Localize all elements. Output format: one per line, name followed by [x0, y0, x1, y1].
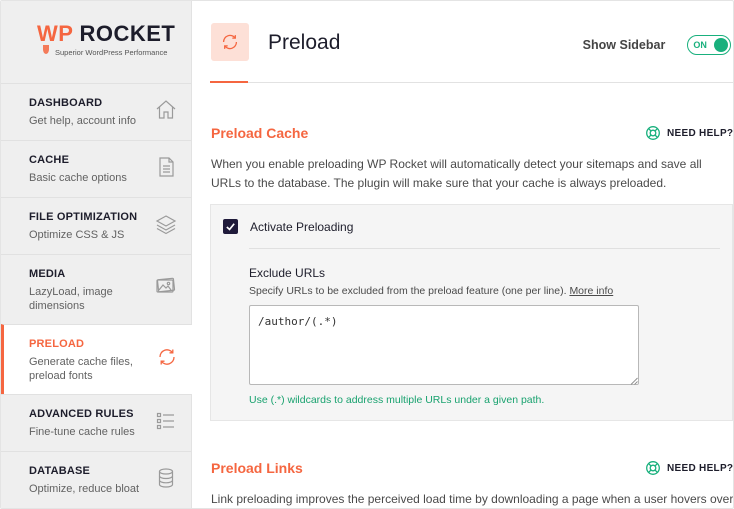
main-content: Preload Show Sidebar ON Preload Cache NE…: [192, 1, 734, 508]
sidebar-item-subtitle: Generate cache files, preload fonts: [29, 356, 133, 382]
need-help-label: NEED HELP?: [666, 462, 734, 474]
header-icon-underline: [210, 81, 248, 83]
sidebar-item-subtitle: Basic cache options: [29, 172, 127, 184]
sidebar-item-subtitle: Optimize CSS & JS: [29, 229, 125, 241]
preload-cache-section-header: Preload Cache NEED HELP?: [210, 123, 733, 145]
exclude-urls-textarea[interactable]: [249, 305, 639, 385]
wildcard-hint: Use (.*) wildcards to address multiple U…: [249, 394, 545, 406]
logo-wp: WP: [37, 21, 74, 46]
sidebar-item-preload[interactable]: PRELOAD Generate cache files, preload fo…: [1, 324, 192, 394]
checkbox-label: Activate Preloading: [250, 219, 354, 234]
sidebar-item-advanced-rules[interactable]: ADVANCED RULES Fine-tune cache rules: [1, 394, 191, 451]
preload-header-icon: [211, 23, 249, 61]
refresh-icon: [155, 345, 179, 369]
sidebar-item-cache[interactable]: CACHE Basic cache options: [1, 140, 191, 197]
exclude-urls-description: Specify URLs to be excluded from the pre…: [249, 285, 613, 297]
sidebar-item-subtitle: Get help, account info: [29, 115, 137, 127]
checkmark-icon: [226, 223, 235, 231]
page-title: Preload: [268, 31, 341, 54]
sidebar-item-database[interactable]: DATABASE Optimize, reduce bloat: [1, 451, 191, 508]
divider: [249, 248, 721, 249]
database-icon: [154, 466, 178, 490]
show-sidebar-toggle[interactable]: ON: [687, 35, 732, 55]
home-icon: [154, 98, 178, 122]
section-description: When you enable preloading WP Rocket wil…: [211, 157, 702, 190]
exclude-urls-desc-text: Specify URLs to be excluded from the pre…: [249, 285, 567, 297]
need-help-link[interactable]: NEED HELP?: [645, 125, 733, 141]
sidebar: WP ROCKET Superior WordPress Performance…: [1, 1, 192, 508]
sidebar-item-subtitle: Optimize, reduce bloat: [29, 483, 140, 495]
document-icon: [154, 155, 178, 179]
sidebar-item-dashboard[interactable]: DASHBOARD Get help, account info: [1, 83, 191, 140]
show-sidebar-label: Show Sidebar: [582, 38, 666, 52]
need-help-link[interactable]: NEED HELP?: [645, 460, 733, 476]
wp-rocket-logo: WP ROCKET Superior WordPress Performance: [1, 1, 191, 83]
logo-tagline: Superior WordPress Performance: [55, 48, 168, 57]
activate-preloading-checkbox[interactable]: [223, 219, 238, 234]
lifebuoy-icon: [646, 461, 660, 475]
layers-icon: [154, 212, 178, 236]
preload-options-panel: Activate Preloading Exclude URLs Specify…: [210, 204, 733, 421]
sidebar-item-media[interactable]: MEDIA LazyLoad, image dimensions: [1, 254, 191, 324]
sidebar-item-file-optimization[interactable]: FILE OPTIMIZATION Optimize CSS & JS: [1, 197, 191, 254]
activate-preloading-row: Activate Preloading: [223, 219, 353, 234]
exclude-urls-title: Exclude URLs: [249, 266, 326, 280]
section-description: Link preloading improves the perceived l…: [211, 492, 734, 506]
section-title: Preload Links: [211, 460, 303, 476]
app-window: WP ROCKET Superior WordPress Performance…: [0, 0, 734, 509]
sidebar-item-subtitle: Fine-tune cache rules: [29, 426, 135, 438]
more-info-link[interactable]: More info: [569, 285, 613, 297]
page-header: Preload Show Sidebar ON: [210, 1, 733, 83]
toggle-state-label: ON: [693, 40, 707, 50]
section-title: Preload Cache: [211, 125, 309, 141]
resize-grip-icon[interactable]: [630, 377, 638, 385]
settings-content: Preload Cache NEED HELP? When you enable…: [192, 123, 734, 508]
need-help-label: NEED HELP?: [666, 127, 734, 139]
images-icon: [154, 273, 178, 297]
toggle-knob: [714, 38, 729, 52]
sidebar-item-subtitle: LazyLoad, image dimensions: [29, 286, 113, 312]
list-icon: [154, 409, 178, 433]
rocket-flame-icon: [43, 45, 49, 54]
logo-rocket: ROCKET: [79, 21, 176, 46]
preload-links-section-header: Preload Links NEED HELP?: [210, 458, 733, 480]
lifebuoy-icon: [646, 126, 660, 140]
